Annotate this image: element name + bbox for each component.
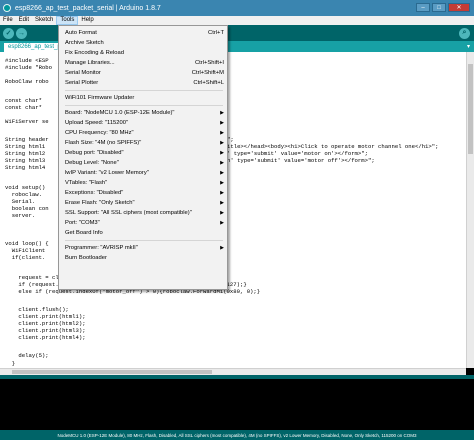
menu-item-erase-flash[interactable]: Erase Flash: "Only Sketch" ▶ xyxy=(63,198,227,207)
menu-separator xyxy=(65,240,223,241)
submenu-arrow-icon: ▶ xyxy=(220,119,224,126)
code-line: client.print(html1); xyxy=(5,313,86,320)
code-line: roboclaw. xyxy=(5,191,42,198)
code-line: String html2 xyxy=(5,150,46,157)
window-title: esp8266_ap_test_packet_serial | Arduino … xyxy=(15,4,161,12)
upload-button[interactable]: → xyxy=(16,27,27,39)
menu-item-vtables[interactable]: VTables: "Flash" ▶ xyxy=(63,178,227,187)
submenu-arrow-icon: ▶ xyxy=(220,199,224,206)
menu-item-burn-bootloader[interactable]: Burn Bootloader xyxy=(63,253,227,262)
close-button[interactable]: ✕ xyxy=(448,3,470,12)
arduino-logo-icon xyxy=(3,4,11,12)
title-bar: esp8266_ap_test_packet_serial | Arduino … xyxy=(0,0,474,16)
code-line: void loop() { xyxy=(5,240,49,247)
code-line: delay(5); xyxy=(5,352,49,359)
editor-vertical-scrollbar[interactable] xyxy=(466,52,474,368)
code-line: client.print(html4); xyxy=(5,334,86,341)
code-line: String html3 xyxy=(5,157,46,164)
verify-button[interactable]: ✓ xyxy=(3,27,14,39)
code-line: ' type='submit' value='motor on'></form>… xyxy=(227,150,368,157)
editor-horizontal-scrollbar[interactable] xyxy=(0,368,466,375)
code-line: #include "Robo xyxy=(5,64,52,71)
menu-item-exceptions[interactable]: Exceptions: "Disabled" ▶ xyxy=(63,188,227,197)
code-line: Serial. xyxy=(5,198,36,205)
scrollbar-thumb[interactable] xyxy=(468,64,473,154)
menu-sketch[interactable]: Sketch xyxy=(32,16,56,25)
code-line: itle></head><body><h1>Click to operate m… xyxy=(227,143,439,150)
code-line: n' type='submit' value='motor off'></for… xyxy=(227,157,375,164)
menu-item-port[interactable]: Port: "COM3" ▶ xyxy=(63,218,227,227)
code-line: client.print(html2); xyxy=(5,320,86,327)
menu-separator xyxy=(65,90,223,91)
menu-item-lwip-variant[interactable]: lwIP Variant: "v2 Lower Memory" ▶ xyxy=(63,168,227,177)
menu-file[interactable]: File xyxy=(0,16,16,25)
menu-item-debug-port[interactable]: Debug port: "Disabled" ▶ xyxy=(63,148,227,157)
submenu-arrow-icon: ▶ xyxy=(220,219,224,226)
code-line: client.flush(); xyxy=(5,306,69,313)
code-line: server. xyxy=(5,212,36,219)
code-line: RoboClaw robo xyxy=(5,78,49,85)
menu-item-debug-level[interactable]: Debug Level: "None" ▶ xyxy=(63,158,227,167)
menu-help[interactable]: Help xyxy=(78,16,96,25)
tools-menu-dropdown: Auto Format Ctrl+T Archive Sketch Fix Enc… xyxy=(58,25,228,290)
code-line: WiFiServer se xyxy=(5,118,49,125)
menu-tools[interactable]: Tools xyxy=(56,16,79,25)
code-line: #include <ESP xyxy=(5,57,49,64)
code-line: const char* xyxy=(5,97,46,104)
submenu-arrow-icon: ▶ xyxy=(220,129,224,136)
menu-item-fix-encoding[interactable]: Fix Encoding & Reload xyxy=(63,48,227,57)
menu-separator xyxy=(65,105,223,106)
code-line: WiFiClient xyxy=(5,247,46,254)
menu-bar: File Edit Sketch Tools Help xyxy=(0,16,474,25)
menu-item-serial-plotter[interactable]: Serial Plotter Ctrl+Shift+L xyxy=(63,78,227,87)
submenu-arrow-icon: ▶ xyxy=(220,169,224,176)
window-controls: – □ ✕ xyxy=(416,3,470,12)
submenu-arrow-icon: ▶ xyxy=(220,209,224,216)
submenu-arrow-icon: ▶ xyxy=(220,139,224,146)
board-status-text: NodeMCU 1.0 (ESP-12E Module), 80 MHz, Fl… xyxy=(57,432,417,438)
code-line: client.print(html3); xyxy=(5,327,86,334)
submenu-arrow-icon: ▶ xyxy=(220,159,224,166)
submenu-arrow-icon: ▶ xyxy=(220,189,224,196)
serial-monitor-button[interactable]: ⌕ xyxy=(459,27,470,39)
menu-item-wifi-updater[interactable]: WiFi101 Firmware Updater xyxy=(63,93,227,102)
tab-menu-icon[interactable]: ▾ xyxy=(467,43,470,50)
console-output xyxy=(0,379,474,430)
submenu-arrow-icon: ▶ xyxy=(220,109,224,116)
menu-item-ssl-support[interactable]: SSL Support: "All SSL ciphers (most comp… xyxy=(63,208,227,217)
menu-item-board[interactable]: Board: "NodeMCU 1.0 (ESP-12E Module)" ▶ xyxy=(63,108,227,117)
menu-item-get-board-info[interactable]: Get Board Info xyxy=(63,228,227,237)
menu-item-cpu-frequency[interactable]: CPU Frequency: "80 MHz" ▶ xyxy=(63,128,227,137)
code-line: String header xyxy=(5,136,49,143)
submenu-arrow-icon: ▶ xyxy=(220,244,224,251)
scrollbar-thumb[interactable] xyxy=(12,370,212,374)
code-line: String html1 xyxy=(5,143,46,150)
menu-item-auto-format[interactable]: Auto Format Ctrl+T xyxy=(63,28,227,37)
code-line: void setup() xyxy=(5,184,49,191)
menu-item-upload-speed[interactable]: Upload Speed: "115200" ▶ xyxy=(63,118,227,127)
menu-item-flash-size[interactable]: Flash Size: "4M (no SPIFFS)" ▶ xyxy=(63,138,227,147)
submenu-arrow-icon: ▶ xyxy=(220,149,224,156)
code-line: String html4 xyxy=(5,164,46,171)
status-bar: NodeMCU 1.0 (ESP-12E Module), 80 MHz, Fl… xyxy=(0,430,474,440)
submenu-arrow-icon: ▶ xyxy=(220,179,224,186)
minimize-button[interactable]: – xyxy=(416,3,430,12)
code-line: "; xyxy=(227,136,234,143)
code-line: if(client. xyxy=(5,254,46,261)
menu-item-manage-libraries[interactable]: Manage Libraries... Ctrl+Shift+I xyxy=(63,58,227,67)
code-line: const char* xyxy=(5,104,46,111)
menu-item-serial-monitor[interactable]: Serial Monitor Ctrl+Shift+M xyxy=(63,68,227,77)
menu-item-programmer[interactable]: Programmer: "AVRISP mkII" ▶ xyxy=(63,243,227,252)
menu-edit[interactable]: Edit xyxy=(16,16,32,25)
maximize-button[interactable]: □ xyxy=(432,3,446,12)
code-line: } xyxy=(5,360,16,367)
menu-item-archive-sketch[interactable]: Archive Sketch xyxy=(63,38,227,47)
code-line: boolean con xyxy=(5,205,49,212)
